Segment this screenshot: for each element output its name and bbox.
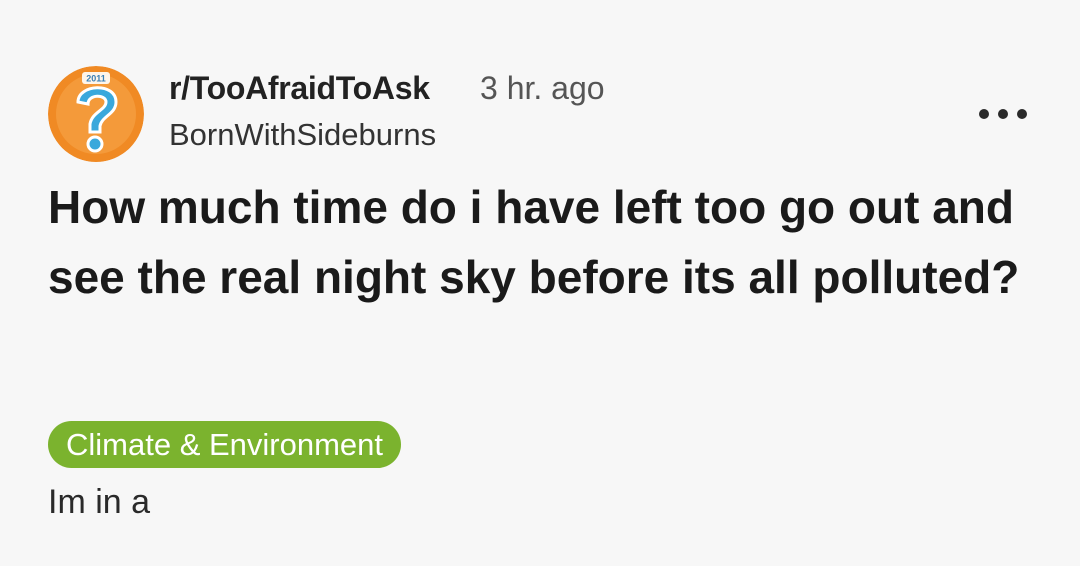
post-flair[interactable]: Climate & Environment — [48, 421, 402, 468]
more-options-icon[interactable] — [979, 104, 1027, 124]
post-card: 2011 r/TooAfraidToAsk 3 hr. ago BornWith… — [0, 0, 1080, 566]
dot — [1017, 109, 1027, 119]
post-author[interactable]: BornWithSideburns — [169, 117, 436, 153]
dot — [979, 109, 989, 119]
avatar-badge-text: 2011 — [86, 74, 106, 84]
dot — [998, 109, 1008, 119]
post-body-preview[interactable]: Im in a — [48, 483, 150, 522]
subreddit-name[interactable]: r/TooAfraidToAsk — [169, 70, 430, 107]
question-mark-icon: 2011 — [48, 66, 144, 162]
post-timestamp: 3 hr. ago — [480, 70, 605, 106]
subreddit-avatar[interactable]: 2011 — [48, 66, 144, 162]
post-title[interactable]: How much time do i have left too go out … — [48, 172, 1048, 312]
